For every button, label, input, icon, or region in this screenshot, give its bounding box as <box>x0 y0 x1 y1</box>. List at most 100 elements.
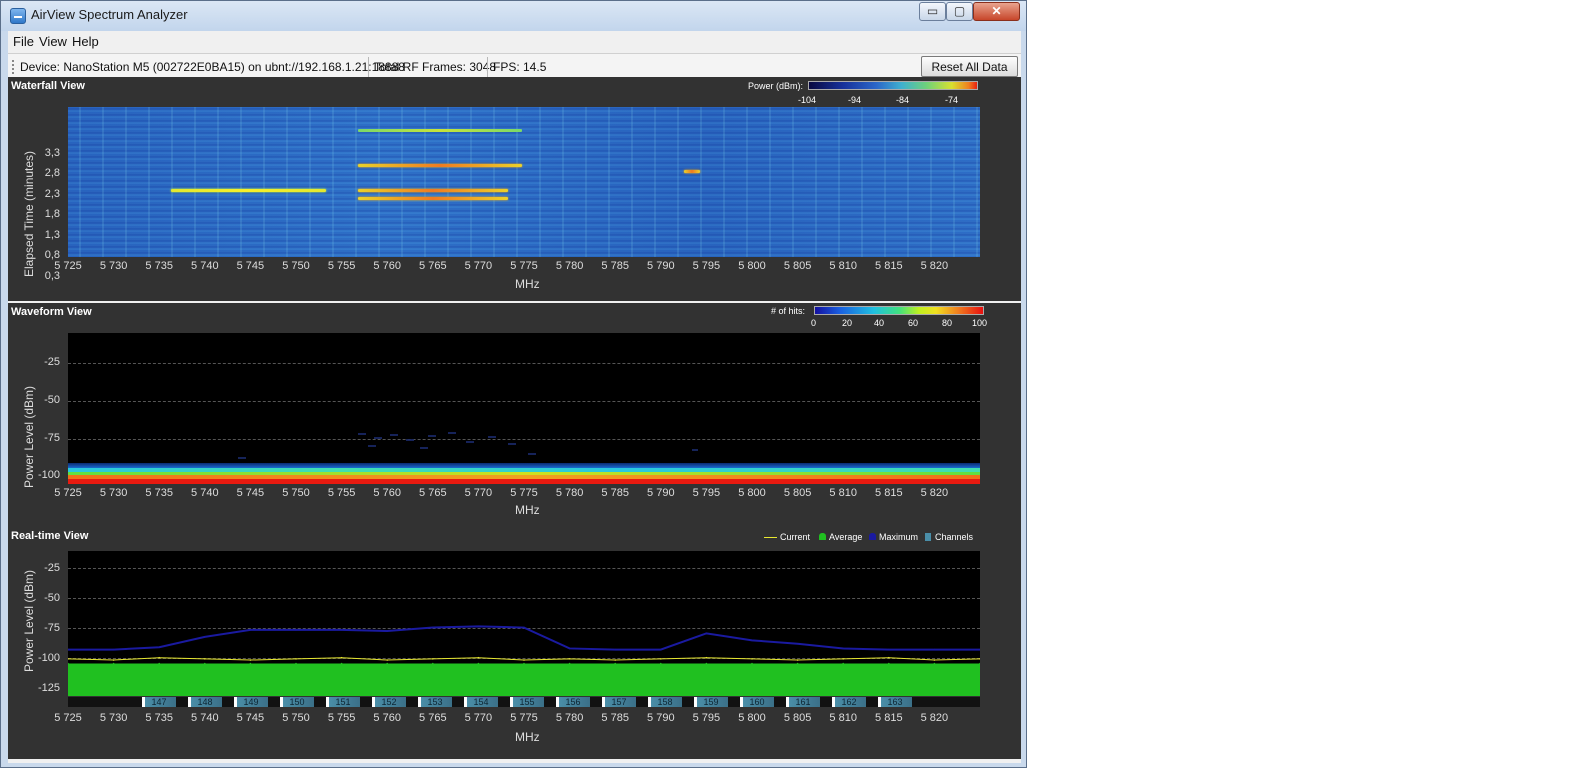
average-point <box>796 662 799 665</box>
x-tick-label: 5 770 <box>464 487 493 499</box>
minimize-button[interactable]: ▭ <box>919 2 946 21</box>
title-bar[interactable]: AirView Spectrum Analyzer ▭ ▢ ✕ <box>1 1 1026 31</box>
average-point <box>568 662 571 665</box>
menu-file[interactable]: File <box>13 34 34 49</box>
waterfall-x-axis-title: MHz <box>515 277 540 291</box>
average-series-area <box>68 663 980 696</box>
current-point <box>888 656 890 659</box>
menu-help[interactable]: Help <box>72 34 99 49</box>
average-point <box>477 662 480 665</box>
average-point <box>158 662 160 665</box>
power-legend-tick: -104 <box>798 95 817 105</box>
x-tick-label: 5 740 <box>191 712 219 724</box>
legend-average: Average <box>829 532 863 542</box>
average-point <box>249 662 252 665</box>
average-point <box>660 662 662 665</box>
x-tick-label: 5 820 <box>920 260 949 272</box>
current-point <box>979 658 980 660</box>
realtime-plot[interactable] <box>68 551 980 696</box>
x-tick-label: 5 775 <box>510 712 538 724</box>
x-tick-label: 5 750 <box>282 712 310 724</box>
y-tick-label: -100 <box>37 652 60 664</box>
x-tick-label: 5 765 <box>419 260 447 272</box>
x-tick-label: 5 740 <box>191 260 219 272</box>
channel-154: 154 <box>464 697 498 707</box>
x-tick-label: 5 800 <box>738 487 766 499</box>
y-tick-label: -100 <box>37 469 60 481</box>
maximum-point <box>705 632 708 635</box>
average-point <box>705 662 708 665</box>
x-tick-label: 5 795 <box>692 487 721 499</box>
average-point <box>751 662 753 665</box>
x-tick-label: 5 810 <box>829 487 857 499</box>
toolbar-separator <box>368 57 369 78</box>
menu-bar: File View Help <box>8 31 1021 52</box>
waveform-plot[interactable] <box>68 333 980 484</box>
maximum-point <box>614 648 616 651</box>
current-point <box>295 658 297 660</box>
x-tick-label: 5 785 <box>601 487 629 499</box>
x-tick-label: 5 780 <box>555 712 584 724</box>
legend-maximum: Maximum <box>879 532 919 542</box>
y-tick-label: -25 <box>44 562 60 574</box>
current-point <box>796 659 799 661</box>
maximum-legend-swatch <box>869 533 876 540</box>
toolbar-grip[interactable] <box>12 60 14 75</box>
x-tick-label: 5 780 <box>555 487 584 499</box>
maximum-point <box>568 647 571 650</box>
x-tick-label: 5 790 <box>647 487 675 499</box>
average-point <box>523 662 525 665</box>
x-tick-label: 5 745 <box>236 712 265 724</box>
maximize-button[interactable]: ▢ <box>946 2 973 21</box>
x-tick-label: 5 790 <box>647 712 675 724</box>
toolbar-separator <box>487 57 488 78</box>
reset-all-data-button[interactable]: Reset All Data <box>921 56 1018 77</box>
current-point <box>68 658 69 660</box>
hits-legend-tick: 100 <box>972 318 988 328</box>
power-legend-tick: -74 <box>945 95 959 105</box>
close-button[interactable]: ✕ <box>973 2 1020 21</box>
x-tick-label: 5 805 <box>783 260 812 272</box>
current-point <box>568 658 571 660</box>
maximum-point <box>660 648 662 651</box>
y-tick-label: 3,3 <box>44 147 60 159</box>
power-legend-tick: -84 <box>896 95 910 105</box>
current-point <box>112 659 115 661</box>
channel-150: 150 <box>280 697 314 707</box>
average-point <box>842 662 844 665</box>
menu-view[interactable]: View <box>39 34 67 49</box>
x-tick-label: 5 800 <box>738 260 766 272</box>
x-tick-label: 5 765 <box>419 712 447 724</box>
x-tick-label: 5 780 <box>555 260 584 272</box>
current-point <box>523 659 525 661</box>
average-point <box>340 662 343 665</box>
current-legend-swatch <box>764 537 777 538</box>
y-tick-label: 1,3 <box>44 229 60 241</box>
x-tick-label: 5 815 <box>875 487 903 499</box>
x-tick-label: 5 805 <box>783 712 812 724</box>
waterfall-texture <box>68 107 980 257</box>
channel-159: 159 <box>694 697 728 707</box>
hits-legend-tick: 40 <box>874 318 885 328</box>
x-tick-label: 5 770 <box>464 260 493 272</box>
realtime-title: Real-time View <box>11 530 89 542</box>
maximum-point <box>340 629 343 631</box>
maximum-point <box>432 626 434 629</box>
current-point <box>614 659 616 661</box>
x-tick-label: 5 815 <box>875 712 903 724</box>
waveform-panel: Waveform View # of hits: 0 20 40 60 80 1… <box>8 303 1021 527</box>
x-tick-label: 5 730 <box>99 712 128 724</box>
hits-legend-tick: 20 <box>842 318 853 328</box>
maximum-point <box>751 639 753 642</box>
waterfall-plot[interactable] <box>68 107 980 257</box>
x-tick-label: 5 725 <box>54 487 82 499</box>
power-legend-label: Power (dBm): <box>748 81 804 91</box>
average-legend-swatch <box>819 533 826 540</box>
channel-147: 147 <box>142 697 176 707</box>
y-tick-label: 2,8 <box>44 167 60 179</box>
x-tick-label: 5 755 <box>327 260 356 272</box>
x-tick-label: 5 745 <box>236 260 265 272</box>
x-tick-label: 5 810 <box>829 260 857 272</box>
channel-155: 155 <box>510 697 544 707</box>
power-colorbar <box>808 81 978 90</box>
